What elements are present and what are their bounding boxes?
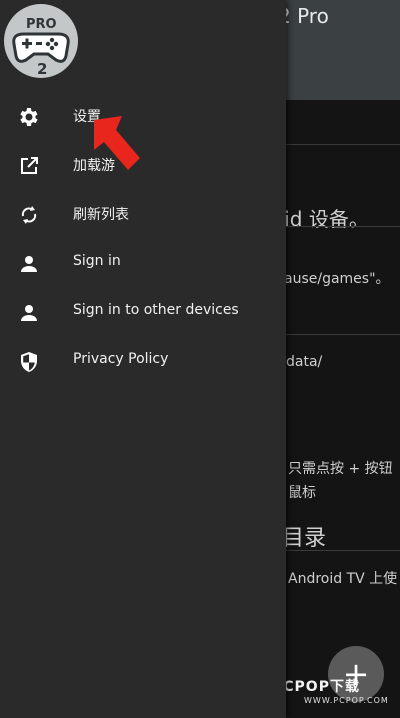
drawer-item-refresh[interactable]: 刷新列表 (0, 191, 286, 240)
drawer-item-label: Privacy Policy (73, 351, 169, 367)
gear-icon (20, 108, 38, 126)
person-icon (21, 256, 37, 272)
bg-text: 鼠标 (288, 485, 316, 501)
divider (270, 226, 400, 227)
drawer-item-sign-in-other-devices[interactable]: Sign in to other devices (0, 289, 286, 338)
drawer-item-privacy-policy[interactable]: Privacy Policy (0, 338, 286, 387)
open-external-icon (21, 157, 38, 174)
divider (270, 144, 400, 145)
bg-text: data/ (286, 354, 323, 370)
avatar-text-pro: PRO (26, 17, 57, 32)
shield-icon (21, 352, 37, 372)
avatar-text-2: 2 (37, 60, 47, 78)
refresh-icon (21, 206, 37, 224)
gamepad-icon: PRO 2 (12, 17, 70, 78)
navigation-drawer: PRO 2 设置 加载游 刷新列表 Sign in Sign in to oth… (0, 0, 286, 718)
divider (270, 550, 400, 551)
avatar: PRO 2 (4, 4, 78, 78)
drawer-item-label: 刷新列表 (73, 207, 129, 223)
drawer-item-sign-in[interactable]: Sign in (0, 240, 286, 289)
drawer-item-label: Sign in to other devices (73, 302, 239, 318)
bg-text: oid 设备。 (272, 207, 369, 231)
watermark-sub: WWW.PCPOP.COM (304, 696, 389, 705)
bg-text: Android TV 上使 (288, 571, 398, 587)
divider (270, 334, 400, 335)
bg-text: 目录 (282, 526, 327, 551)
person-icon (21, 305, 37, 321)
bg-text: ause/games"。 (284, 271, 390, 287)
pointer-arrow-icon (94, 116, 140, 170)
drawer-item-label: Sign in (73, 253, 121, 269)
bg-text: 只需点按 + 按钮 (288, 461, 393, 477)
